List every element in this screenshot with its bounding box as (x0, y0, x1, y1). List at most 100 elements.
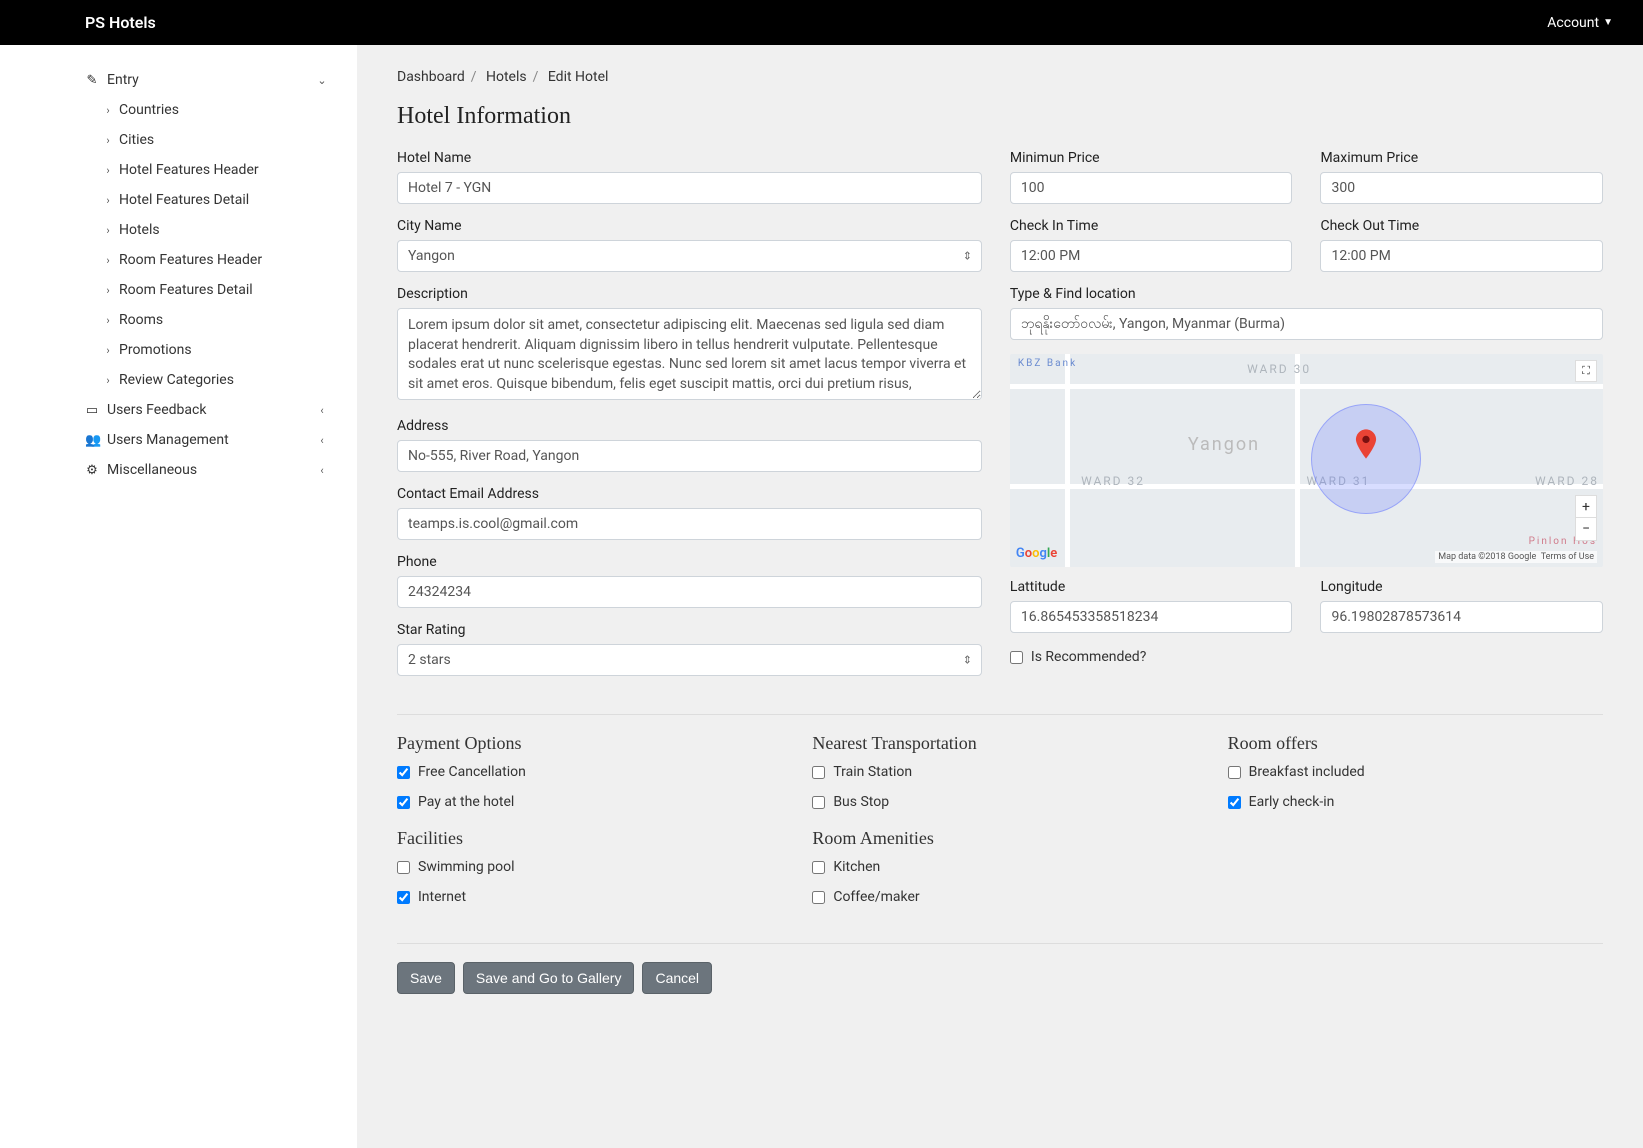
option-label: Pay at the hotel (418, 794, 514, 810)
min-price-input[interactable] (1010, 172, 1293, 204)
section-title-transport: Nearest Transportation (812, 733, 1187, 754)
option-label: Early check-in (1249, 794, 1335, 810)
sidebar-item-hotel-features-header[interactable]: ›Hotel Features Header (85, 155, 327, 185)
description-textarea[interactable]: Lorem ipsum dolor sit amet, consectetur … (397, 308, 982, 400)
option-checkbox[interactable] (397, 891, 410, 904)
checkout-input[interactable] (1320, 240, 1603, 272)
sidebar-item-label: Hotel Features Detail (119, 192, 249, 208)
option-checkbox[interactable] (397, 766, 410, 779)
save-and-gallery-button[interactable]: Save and Go to Gallery (463, 962, 635, 994)
chevron-right-icon: › (103, 224, 113, 237)
chevron-left-icon: ‹ (317, 404, 327, 417)
option-checkbox[interactable] (812, 796, 825, 809)
sidebar-item-countries[interactable]: ›Countries (85, 95, 327, 125)
sidebar-item-hotel-features-detail[interactable]: › Hotel Features Detail (85, 185, 327, 215)
option-item: Kitchen (812, 859, 1187, 875)
account-menu[interactable]: Account ▼ (1547, 15, 1613, 31)
option-item: Breakfast included (1228, 764, 1603, 780)
label-description: Description (397, 286, 982, 302)
account-label: Account (1547, 15, 1599, 31)
option-checkbox[interactable] (397, 796, 410, 809)
map-zoom-in-button[interactable]: + (1576, 496, 1596, 518)
breadcrumb-edit-hotel: Edit Hotel (548, 69, 609, 85)
chevron-right-icon: › (103, 164, 113, 177)
label-checkout: Check Out Time (1320, 218, 1603, 234)
sidebar-item-room-features-header[interactable]: ›Room Features Header (85, 245, 327, 275)
google-logo: Google (1016, 546, 1057, 561)
chevron-right-icon: › (103, 254, 113, 267)
sidebar-item-cities[interactable]: › Cities (85, 125, 327, 155)
address-input[interactable] (397, 440, 982, 472)
sidebar-item-label: Cities (119, 132, 154, 148)
sidebar-item-rooms[interactable]: ›Rooms (85, 305, 327, 335)
option-checkbox[interactable] (1228, 796, 1241, 809)
breadcrumb: Dashboard/ Hotels/ Edit Hotel (397, 69, 1603, 85)
option-label: Coffee/maker (833, 889, 919, 905)
chevron-right-icon: › (103, 314, 113, 327)
map-zoom-out-button[interactable]: − (1576, 518, 1596, 540)
map-ward-label: WARD 28 (1535, 474, 1599, 488)
email-input[interactable] (397, 508, 982, 540)
option-label: Internet (418, 889, 466, 905)
nav-users-management[interactable]: 👥Users Management ‹ (85, 425, 327, 455)
nav-entry[interactable]: ✎Entry ⌄ (85, 65, 327, 95)
option-item: Internet (397, 889, 772, 905)
gears-icon: ⚙ (85, 463, 99, 478)
section-title-amenities: Room Amenities (812, 828, 1187, 849)
chevron-right-icon: › (103, 284, 113, 297)
save-button[interactable]: Save (397, 962, 455, 994)
location-input[interactable] (1010, 308, 1603, 340)
option-label: Swimming pool (418, 859, 515, 875)
nav-users-feedback[interactable]: ▭Users Feedback ‹ (85, 395, 327, 425)
sidebar-item-room-features-detail[interactable]: ›Room Features Detail (85, 275, 327, 305)
chevron-right-icon: › (103, 194, 113, 207)
chevron-right-icon: › (103, 374, 113, 387)
map-poi-label: KBZ Bank (1018, 358, 1077, 369)
nav-label: Users Management (107, 432, 229, 448)
option-label: Breakfast included (1249, 764, 1365, 780)
lng-input[interactable] (1320, 601, 1603, 633)
chevron-right-icon: › (103, 134, 113, 147)
sidebar: ✎Entry ⌄ ›Countries ›Cities ›Hotel Featu… (0, 45, 357, 1148)
option-item: Bus Stop (812, 794, 1187, 810)
option-checkbox[interactable] (397, 861, 410, 874)
label-max-price: Maximum Price (1320, 150, 1603, 166)
option-checkbox[interactable] (812, 861, 825, 874)
breadcrumb-hotels[interactable]: Hotels (486, 69, 527, 85)
map-fullscreen-button[interactable]: ⛶ (1575, 360, 1597, 382)
top-bar: PS Hotels Account ▼ (0, 0, 1643, 45)
sidebar-item-hotels[interactable]: › Hotels (85, 215, 327, 245)
label-phone: Phone (397, 554, 982, 570)
label-email: Contact Email Address (397, 486, 982, 502)
checkin-input[interactable] (1010, 240, 1293, 272)
map-zoom-controls: + − (1575, 495, 1597, 541)
option-checkbox[interactable] (812, 891, 825, 904)
sidebar-item-label: Hotels (119, 222, 160, 238)
option-item: Pay at the hotel (397, 794, 772, 810)
sidebar-item-review-categories[interactable]: ›Review Categories (85, 365, 327, 395)
option-checkbox[interactable] (812, 766, 825, 779)
city-name-select[interactable]: Yangon (397, 240, 982, 272)
phone-input[interactable] (397, 576, 982, 608)
brand-logo[interactable]: PS Hotels (85, 13, 156, 32)
lat-input[interactable] (1010, 601, 1293, 633)
nav-miscellaneous[interactable]: ⚙Miscellaneous ‹ (85, 455, 327, 485)
option-item: Early check-in (1228, 794, 1603, 810)
users-icon: 👥 (85, 433, 99, 448)
caret-down-icon: ▼ (1603, 17, 1613, 28)
cancel-button[interactable]: Cancel (642, 962, 712, 994)
option-checkbox[interactable] (1228, 766, 1241, 779)
divider (397, 943, 1603, 944)
map[interactable]: WARD 30 WARD 32 WARD 31 WARD 28 Yangon K… (1010, 354, 1603, 567)
breadcrumb-dashboard[interactable]: Dashboard (397, 69, 465, 85)
label-lng: Longitude (1320, 579, 1603, 595)
max-price-input[interactable] (1320, 172, 1603, 204)
main-content: Dashboard/ Hotels/ Edit Hotel Hotel Info… (357, 45, 1643, 1148)
sidebar-item-promotions[interactable]: ›Promotions (85, 335, 327, 365)
divider (397, 714, 1603, 715)
chevron-right-icon: › (103, 104, 113, 117)
recommended-checkbox[interactable] (1010, 651, 1023, 664)
hotel-name-input[interactable] (397, 172, 982, 204)
star-rating-select[interactable]: 2 stars (397, 644, 982, 676)
label-checkin: Check In Time (1010, 218, 1293, 234)
